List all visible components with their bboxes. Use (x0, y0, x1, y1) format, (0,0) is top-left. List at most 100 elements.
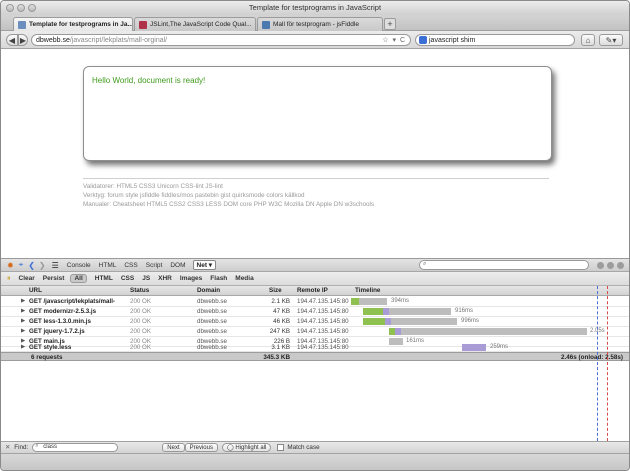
close-window-button[interactable] (6, 4, 14, 12)
find-next-button[interactable]: Next (162, 443, 185, 452)
forward-arrow-icon: ▶ (19, 35, 27, 45)
inspect-icon[interactable]: ⌖ (19, 260, 24, 270)
minimize-window-button[interactable] (17, 4, 25, 12)
persist-button[interactable]: Persist (43, 275, 65, 282)
tab-dom[interactable]: DOM (170, 262, 185, 269)
request-domain: dbwebb.se (197, 298, 227, 305)
request-ip: 194.47.135.145:80 (297, 344, 349, 351)
footer-manuals[interactable]: Manualer: Cheatsheet HTML5 CSS2 CSS3 LES… (83, 201, 374, 208)
request-domain: dbwebb.se (197, 308, 227, 315)
output-box: Hello World, document is ready! (83, 66, 552, 161)
tools-button[interactable]: ✎▾ (599, 34, 623, 46)
forward-icon[interactable]: ❯ (39, 261, 46, 270)
total-time: 2.46s (onload: 2.58s) (561, 354, 623, 361)
bookmark-star-icon[interactable]: ☆ ▾ C (382, 36, 406, 44)
firebug-search-input[interactable]: ⌕ (419, 260, 589, 270)
highlight-all-button[interactable]: ◯ Highlight all (221, 443, 272, 452)
detach-icon[interactable] (597, 262, 604, 269)
load-event-marker (607, 286, 608, 441)
find-bar: ✕ Find: ⌕ class Next Previous ◯ Highligh… (1, 441, 629, 453)
filter-xhr[interactable]: XHR (158, 275, 172, 282)
column-timeline[interactable]: Timeline (355, 287, 380, 294)
minimize-icon[interactable] (607, 262, 614, 269)
column-status[interactable]: Status (130, 287, 149, 294)
filter-js[interactable]: JS (142, 275, 150, 282)
request-size: 247 KB (269, 328, 290, 335)
match-case-checkbox[interactable] (277, 444, 285, 451)
title-bar: Template for testprograms in JavaScript (1, 1, 629, 15)
request-url: GET style.less (29, 344, 72, 351)
request-size: 2.1 KB (271, 298, 290, 305)
net-request-row[interactable]: ▶ GET modernizr-2.5.3.js 200 OK dbwebb.s… (1, 307, 629, 317)
request-status: 200 OK (130, 318, 151, 325)
request-status: 200 OK (130, 344, 151, 351)
url-bar[interactable]: dbwebb.se /javascript/lekplats/mall-orgi… (31, 34, 411, 46)
column-url[interactable]: URL (29, 287, 42, 294)
back-icon[interactable]: ❮ (28, 261, 35, 270)
clear-button[interactable]: Clear (19, 275, 35, 282)
net-request-row[interactable]: ▶ GET less-1.3.0.min.js 200 OK dbwebb.se… (1, 317, 629, 327)
request-size: 3.1 KB (271, 344, 290, 351)
column-domain[interactable]: Domain (197, 287, 220, 294)
tab-net[interactable]: Net ▾ (192, 260, 217, 270)
find-previous-button[interactable]: Previous (184, 443, 218, 452)
net-request-row[interactable]: ▶ GET /javascript/lekplats/mall- 200 OK … (1, 297, 629, 307)
tab-template[interactable]: Template for testprograms in Ja... ✕ (13, 17, 133, 31)
search-bar[interactable]: javascript shim (415, 34, 575, 46)
filter-html[interactable]: HTML (95, 275, 113, 282)
close-firebug-icon[interactable] (617, 262, 624, 269)
hello-message: Hello World, document is ready! (92, 76, 206, 85)
footer-validators[interactable]: Validatorer: HTML5 CSS3 Unicorn CSS-lint… (83, 183, 223, 190)
footer-tools[interactable]: Verktyg: forum style jsfiddle fiddles/mo… (83, 192, 305, 199)
column-size[interactable]: Size (269, 287, 282, 294)
expand-arrow-icon[interactable]: ▶ (21, 344, 25, 350)
page-icon (18, 20, 26, 29)
timeline-wait-bar (401, 328, 587, 335)
search-engine-icon[interactable] (419, 36, 427, 44)
total-size: 345.3 KB (263, 354, 290, 361)
column-remote-ip[interactable]: Remote IP (297, 287, 328, 294)
home-button[interactable]: ⌂ (581, 34, 595, 46)
firebug-bug-icon[interactable]: ✹ (7, 261, 14, 270)
filter-all[interactable]: All (70, 274, 87, 283)
tab-html[interactable]: HTML (99, 262, 117, 269)
tab-console[interactable]: Console (67, 262, 91, 269)
status-bar (1, 453, 629, 470)
filter-media[interactable]: Media (235, 275, 253, 282)
net-request-row[interactable]: ▶ GET jquery-1.7.2.js 200 OK dbwebb.se 2… (1, 327, 629, 337)
new-tab-button[interactable]: + (384, 18, 396, 30)
find-value: class (43, 444, 57, 450)
tab-jslint[interactable]: JSLint,The JavaScript Code Qual... (134, 17, 256, 31)
tab-jsfiddle[interactable]: Mall för testprogram - jsFiddle (257, 17, 383, 31)
expand-arrow-icon[interactable]: ▶ (21, 318, 25, 324)
net-summary-row: 6 requests 345.3 KB 2.46s (onload: 2.58s… (1, 352, 629, 361)
request-domain: dbwebb.se (197, 344, 227, 351)
pause-icon[interactable]: ⏸ (7, 275, 11, 283)
filter-css[interactable]: CSS (121, 275, 134, 282)
expand-arrow-icon[interactable]: ▶ (21, 298, 25, 304)
expand-arrow-icon[interactable]: ▶ (21, 328, 25, 334)
zoom-window-button[interactable] (28, 4, 36, 12)
back-button[interactable]: ◀ (6, 34, 18, 46)
tab-script[interactable]: Script (146, 262, 163, 269)
find-input[interactable]: ⌕ class (32, 443, 119, 452)
request-time: 996ms (461, 318, 480, 324)
forward-button[interactable]: ▶ (18, 34, 28, 46)
filter-flash[interactable]: Flash (210, 275, 227, 282)
divider (83, 178, 549, 179)
net-column-header: URL Status Domain Size Remote IP Timelin… (1, 286, 629, 296)
firebug-toolbar: ✹ ⌖ ❮ ❯ ☰ Console HTML CSS Script DOM Ne… (1, 258, 629, 272)
tab-label: JSLint,The JavaScript Code Qual... (150, 21, 252, 28)
expand-arrow-icon[interactable]: ▶ (21, 308, 25, 314)
net-request-row[interactable]: ▶ GET style.less 200 OK dbwebb.se 3.1 KB… (1, 343, 629, 352)
request-status: 200 OK (130, 328, 151, 335)
url-host: dbwebb.se (36, 36, 70, 44)
request-status: 200 OK (130, 298, 151, 305)
close-find-icon[interactable]: ✕ (5, 444, 10, 451)
url-path: /javascript/lekplats/mall-orginal/ (69, 36, 168, 44)
menu-icon[interactable]: ☰ (52, 261, 59, 270)
filter-images[interactable]: Images (180, 275, 202, 282)
tab-bar: Template for testprograms in Ja... ✕ JSL… (1, 15, 629, 31)
tab-css[interactable]: CSS (124, 262, 137, 269)
request-size: 46 KB (273, 318, 290, 325)
